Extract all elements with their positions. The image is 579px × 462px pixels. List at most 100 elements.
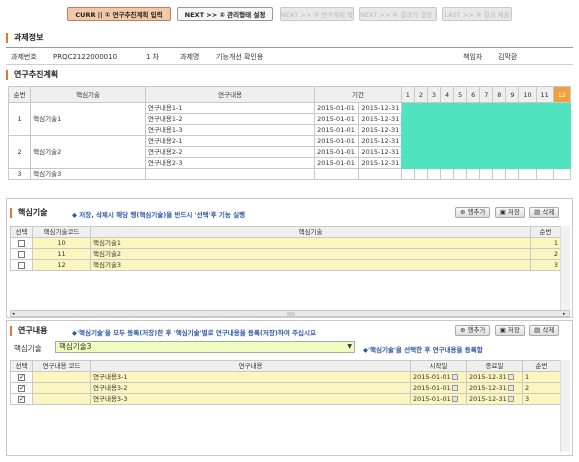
research-header-start: 시작일 (410, 360, 467, 372)
scroll-thumb[interactable] (287, 312, 295, 316)
calendar-icon[interactable] (451, 396, 458, 402)
divider (6, 47, 573, 48)
step-2-button[interactable]: NEXT >> ② 관리형태 설정 (177, 7, 273, 21)
research-start[interactable]: 2015-01-01 (413, 373, 451, 381)
task-info-title: 과제정보 (6, 33, 43, 43)
research-content[interactable]: 연구내용3-2 (90, 382, 411, 394)
core-row[interactable]: 10 핵심기술1 1 (10, 237, 561, 249)
research-row[interactable]: 연구내용3-1 2015-01-01 2015-12-31 1 (10, 371, 561, 383)
research-end[interactable]: 2015-12-31 (469, 373, 507, 381)
core-add-row-button[interactable]: ⊕ 행추가 (455, 207, 491, 218)
research-start-cell[interactable]: 2015-01-01 (410, 382, 467, 394)
task-no-value: PRQC2122000010 (53, 53, 118, 61)
research-end-cell[interactable]: 2015-12-31 (466, 393, 523, 405)
core-name[interactable]: 핵심기술3 (90, 259, 531, 271)
core-delete-label: 삭제 (542, 208, 555, 216)
task-name-label: 과제명 (180, 53, 200, 61)
plan-month-12: 12 (552, 86, 572, 103)
core-horizontal-scrollbar[interactable]: ◂ ▸ (10, 310, 570, 317)
research-code[interactable] (32, 382, 91, 394)
research-delete-button[interactable]: ▤ 삭제 (529, 325, 560, 336)
research-checkbox[interactable] (18, 395, 25, 404)
step-navigation: CURR || ① 연구추진계획 입력 NEXT >> ② 관리형태 설정 NE… (0, 0, 579, 28)
core-select-cell[interactable] (10, 237, 33, 249)
core-code[interactable]: 10 (32, 237, 91, 249)
calendar-icon[interactable] (507, 374, 514, 380)
research-end[interactable]: 2015-12-31 (469, 384, 507, 392)
manager-label: 책임자 (463, 53, 483, 61)
research-content[interactable]: 연구내용3-3 (90, 393, 411, 405)
core-save-label: 저장 (507, 208, 520, 216)
research-checkbox[interactable] (18, 384, 25, 393)
research-select-note: ◆'핵심기술'을 선택한 후 연구내용을 등록함 (363, 346, 483, 354)
core-delete-button[interactable]: ▤ 삭제 (529, 207, 560, 218)
scroll-left-icon[interactable]: ◂ (12, 312, 17, 317)
task-no-label: 과제번호 (11, 53, 37, 61)
core-name[interactable]: 핵심기술1 (90, 237, 531, 249)
core-name[interactable]: 핵심기술2 (90, 248, 531, 260)
core-checkbox[interactable] (18, 250, 25, 258)
plan-month-4: 4 (440, 86, 455, 103)
plan-month-10: 10 (518, 86, 537, 103)
research-save-button[interactable]: ▣ 저장 (494, 325, 525, 336)
scroll-right-icon[interactable]: ▸ (563, 312, 568, 317)
research-select-cell[interactable] (10, 382, 33, 394)
core-header-name: 핵심기술 (90, 226, 531, 238)
calendar-icon[interactable] (507, 396, 514, 402)
plan-month-cell (505, 168, 520, 180)
chevron-down-icon[interactable]: ▼ (347, 342, 352, 352)
calendar-icon[interactable] (451, 385, 458, 391)
core-code[interactable]: 12 (32, 259, 91, 271)
plan-header-core: 핵심기술 (30, 86, 146, 103)
research-select-cell[interactable] (10, 371, 33, 383)
research-row[interactable]: 연구내용3-3 2015-01-01 2015-12-31 3 (10, 393, 561, 405)
research-vertical-scrollbar[interactable] (560, 360, 570, 452)
plan-month-2: 2 (413, 86, 428, 103)
plan-content: 연구내용1-2 (144, 113, 316, 125)
research-row[interactable]: 연구내용3-2 2015-01-01 2015-12-31 2 (10, 382, 561, 394)
research-select-cell[interactable] (10, 393, 33, 405)
plan-month-cell (535, 168, 554, 180)
plan-start: 2015-01-01 (314, 157, 360, 169)
core-note: ◆ 저장, 삭제시 해당 행(핵심기술)을 반드시 '선택'후 기능 실행 (72, 211, 246, 219)
core-select-dropdown[interactable]: 핵심기술3 ▼ (55, 341, 355, 353)
core-checkbox[interactable] (18, 239, 25, 247)
plan-month-1: 1 (400, 86, 415, 103)
calendar-icon[interactable] (451, 374, 458, 380)
plan-core: 핵심기술1 (30, 102, 146, 136)
research-start-cell[interactable]: 2015-01-01 (410, 371, 467, 383)
research-end-cell[interactable]: 2015-12-31 (466, 382, 523, 394)
step-4-button: NEXT >> ④ 결과기 결정 장비 (359, 7, 437, 21)
research-code[interactable] (32, 393, 91, 405)
research-start[interactable]: 2015-01-01 (413, 395, 451, 403)
plan-month-cell (466, 168, 481, 180)
plan-month-6: 6 (466, 86, 481, 103)
research-code[interactable] (32, 371, 91, 383)
core-select-cell[interactable] (10, 248, 33, 260)
research-end[interactable]: 2015-12-31 (469, 395, 507, 403)
research-header-select: 선택 (10, 360, 33, 372)
research-seq: 1 (522, 371, 561, 383)
plan-header-content: 연구내용 (144, 86, 316, 103)
task-info-row: 과제번호 PRQC2122000010 1 차 과제명 기능개선 확인용 책임자… (8, 51, 571, 63)
core-checkbox[interactable] (18, 261, 25, 269)
calendar-icon[interactable] (507, 385, 514, 391)
research-checkbox[interactable] (18, 373, 25, 382)
step-1-button[interactable]: CURR || ① 연구추진계획 입력 (67, 7, 171, 21)
research-content[interactable]: 연구내용3-1 (90, 371, 411, 383)
research-add-row-button[interactable]: ⊕ 행추가 (455, 325, 491, 336)
research-start[interactable]: 2015-01-01 (413, 384, 451, 392)
plan-month-9: 9 (505, 86, 520, 103)
research-end-cell[interactable]: 2015-12-31 (466, 371, 523, 383)
core-row[interactable]: 11 핵심기술2 2 (10, 248, 561, 260)
core-row[interactable]: 12 핵심기술3 3 (10, 259, 561, 271)
plan-month-cell (440, 168, 455, 180)
core-header-seq: 순번 (530, 226, 561, 238)
plan-start (314, 168, 360, 180)
core-vertical-scrollbar[interactable] (560, 226, 570, 310)
core-select-cell[interactable] (10, 259, 33, 271)
research-start-cell[interactable]: 2015-01-01 (410, 393, 467, 405)
core-code[interactable]: 11 (32, 248, 91, 260)
research-save-label: 저장 (507, 326, 520, 334)
core-save-button[interactable]: ▣ 저장 (494, 207, 525, 218)
